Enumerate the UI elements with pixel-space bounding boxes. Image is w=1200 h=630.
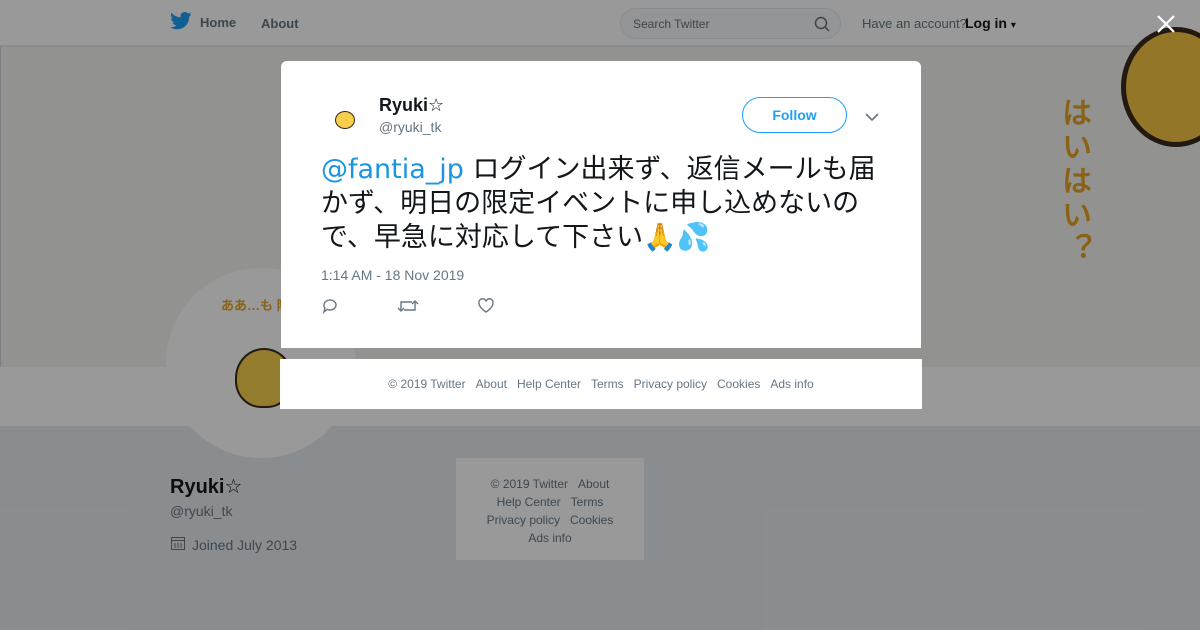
tweet-emoji: 🙏💦 — [643, 222, 711, 253]
footer-link-cookies[interactable]: Cookies — [717, 377, 760, 391]
tweet-timestamp[interactable]: 1:14 AM - 18 Nov 2019 — [321, 267, 464, 283]
footer-link-about[interactable]: About — [476, 377, 507, 391]
close-icon[interactable] — [1154, 12, 1178, 36]
like-icon[interactable] — [477, 297, 495, 315]
tweet-author-name[interactable]: Ryuki☆ — [379, 95, 444, 116]
tweet-actions — [321, 297, 495, 315]
retweet-icon[interactable] — [397, 297, 419, 315]
footer-link-terms[interactable]: Terms — [591, 377, 624, 391]
follow-button[interactable]: Follow — [742, 97, 847, 133]
modal-footer: © 2019 Twitter About Help Center Terms P… — [280, 359, 922, 409]
tweet-text: @fantia_jp ログイン出来ず、返信メールも届かず、明日の限定イベントに申… — [321, 153, 891, 255]
avatar-character — [335, 111, 355, 129]
chevron-down-icon[interactable] — [865, 109, 879, 127]
footer-link-privacy[interactable]: Privacy policy — [634, 377, 707, 391]
footer-copyright: © 2019 Twitter — [388, 377, 466, 391]
footer-link-ads[interactable]: Ads info — [770, 377, 813, 391]
tweet-mention[interactable]: @fantia_jp — [321, 154, 464, 185]
footer-link-help[interactable]: Help Center — [517, 377, 581, 391]
tweet-card: Ryuki☆ @ryuki_tk Follow @fantia_jp ログイン出… — [281, 61, 921, 348]
tweet-author-handle[interactable]: @ryuki_tk — [379, 119, 441, 135]
reply-icon[interactable] — [321, 297, 339, 315]
tweet-avatar[interactable] — [321, 95, 373, 147]
